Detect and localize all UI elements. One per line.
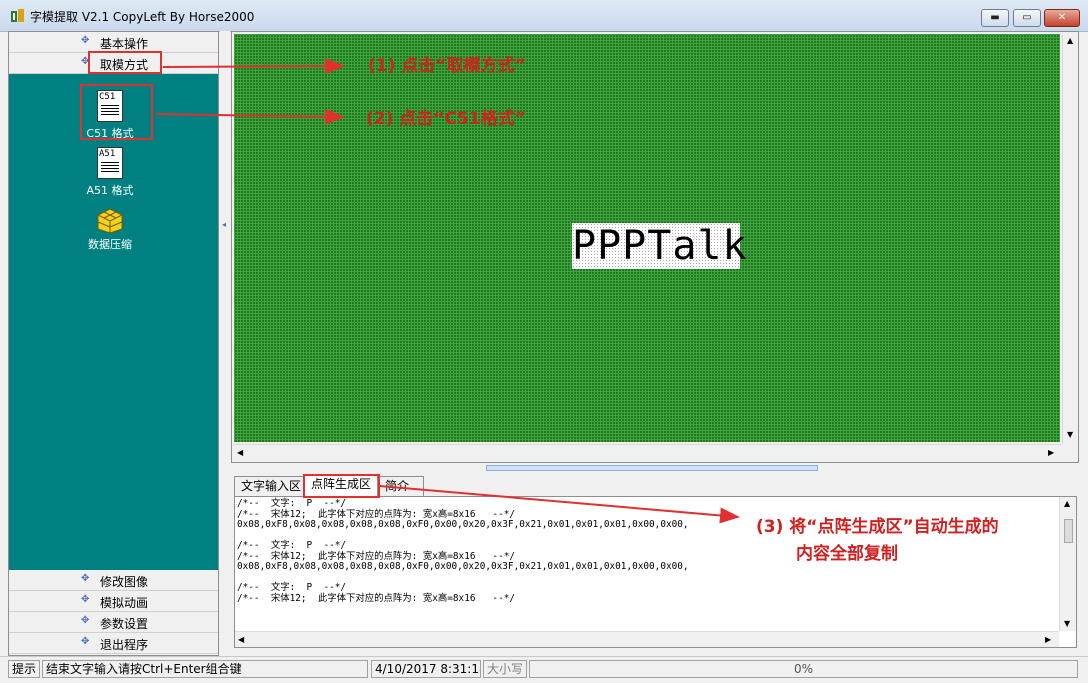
scroll-up-icon[interactable]: ▲ [1064,499,1070,508]
dot-matrix-canvas-area: PPPTalk ▲ ▼ ◀ ▶ [231,31,1079,463]
nav-label: 修改图像 [100,575,149,589]
highlight-c51-format [80,84,153,140]
status-bar: 提示 结束文字输入请按Ctrl+Enter组合键 4/10/2017 8:31:… [0,656,1088,683]
annotation-step-3-line2: 内容全部复制 [796,544,898,564]
cube-icon [95,207,125,234]
splitter-arrow-icon[interactable]: ◂ [222,220,226,229]
splitter-handle[interactable] [486,465,818,471]
diamond-icon: ✥ [81,573,90,584]
scroll-left-icon[interactable]: ◀ [238,635,244,644]
status-datetime: 4/10/2017 8:31:18 PM [371,660,481,678]
maximize-button[interactable]: ▭ [1013,9,1041,27]
nav-parameter-settings[interactable]: ✥ 参数设置 [9,612,218,633]
scroll-thumb[interactable] [1064,519,1073,543]
canvas-horizontal-scrollbar[interactable]: ◀ ▶ [234,444,1062,460]
annotation-step-1: (1) 点击“取模方式” [368,56,526,76]
output-horizontal-scrollbar[interactable]: ◀ ▶ [235,631,1059,647]
scroll-left-icon[interactable]: ◀ [237,448,243,457]
scroll-right-icon[interactable]: ▶ [1048,448,1054,457]
tab-text-input[interactable]: 文字输入区 [234,476,309,496]
nav-label: 基本操作 [100,37,149,51]
nav-exit-program[interactable]: ✥ 退出程序 [9,633,218,654]
horizontal-splitter[interactable] [231,463,1079,473]
close-button[interactable]: ✕ [1044,9,1080,27]
a51-document-icon: A51 [97,147,123,179]
title-bar: 字模提取 V2.1 CopyLeft By Horse2000 ▬ ▭ ✕ [0,0,1088,32]
window-title: 字模提取 V2.1 CopyLeft By Horse2000 [30,10,255,24]
nav-simulate-animation[interactable]: ✥ 模拟动画 [9,591,218,612]
scroll-right-icon[interactable]: ▶ [1045,635,1051,644]
nav-label: 模拟动画 [100,596,149,610]
nav-label: 参数设置 [100,617,149,631]
a51-format-label: A51 格式 [86,184,134,197]
scroll-down-icon[interactable]: ▼ [1067,430,1073,439]
tab-about[interactable]: 简介 [378,476,424,496]
nav-label: 退出程序 [100,638,149,652]
data-compress-item[interactable]: 数据压缩 [75,207,145,252]
dot-matrix-grid[interactable]: PPPTalk [234,34,1060,442]
output-vertical-scrollbar[interactable]: ▲ ▼ [1059,497,1076,631]
minimize-button[interactable]: ▬ [981,9,1009,27]
diamond-icon: ✥ [81,636,90,647]
character-preview: PPPTalk [572,223,748,269]
data-compress-label: 数据压缩 [88,238,132,251]
status-caps: 大小写 [483,660,527,678]
status-hint-text: 结束文字输入请按Ctrl+Enter组合键 [42,660,368,678]
highlight-matrix-tab [303,474,380,498]
highlight-mould-mode [88,51,162,74]
vertical-splitter[interactable] [220,31,230,656]
diamond-icon: ✥ [81,35,90,46]
app-icon [10,8,26,24]
canvas-vertical-scrollbar[interactable]: ▲ ▼ [1062,34,1078,444]
annotation-step-2: (2) 点击“C51格式” [366,109,526,129]
scroll-up-icon[interactable]: ▲ [1067,36,1073,45]
scroll-down-icon[interactable]: ▼ [1064,619,1070,628]
status-hint-label: 提示 [8,660,40,678]
diamond-icon: ✥ [81,615,90,626]
a51-format-item[interactable]: A51 A51 格式 [75,147,145,198]
diamond-icon: ✥ [81,594,90,605]
mould-mode-panel: C51 C51 格式 A51 A51 格式 数据压缩 [9,74,218,570]
nav-basic-ops[interactable]: ✥ 基本操作 [9,32,218,53]
status-progress: 0% [529,660,1078,678]
nav-edit-image[interactable]: ✥ 修改图像 [9,570,218,591]
annotation-step-3-line1: (3) 将“点阵生成区”自动生成的 [756,517,999,537]
